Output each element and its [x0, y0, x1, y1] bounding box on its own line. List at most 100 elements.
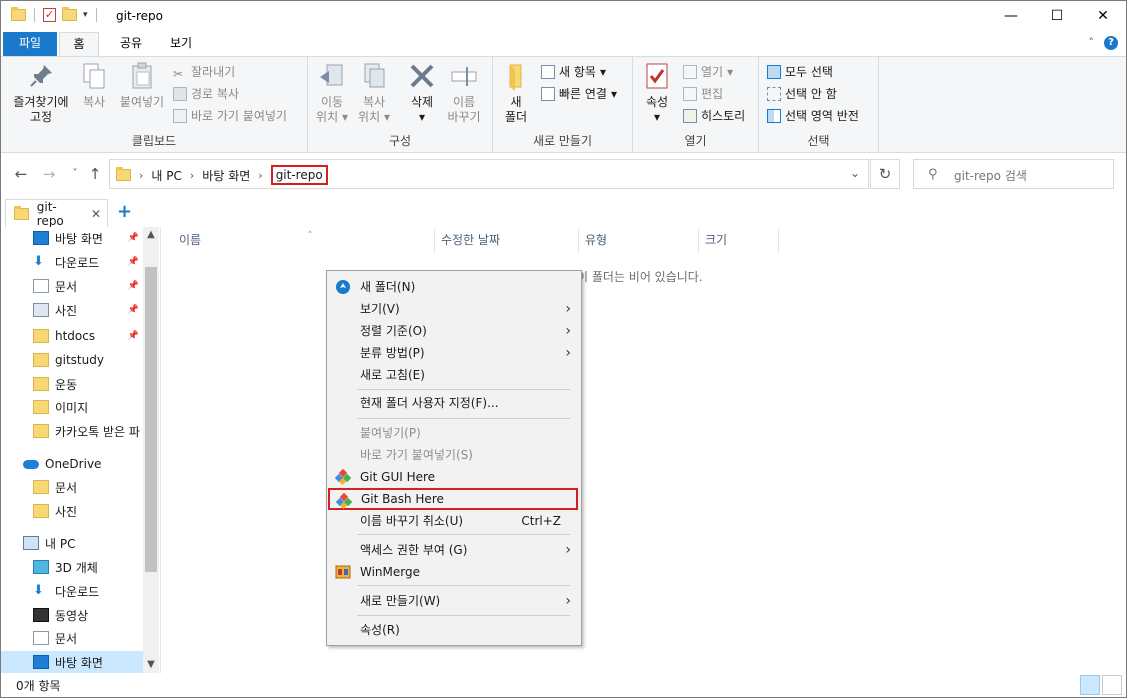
large-icons-view-icon[interactable] [1102, 675, 1122, 695]
breadcrumb-item[interactable]: 바탕 화면 [202, 167, 250, 184]
nav-item[interactable]: 사진 📌 [1, 299, 143, 321]
nav-item[interactable]: 문서 📌 [1, 275, 143, 297]
nav-item[interactable]: ⬇ 다운로드 📌 [1, 251, 143, 273]
nav-item[interactable]: 운동 [1, 373, 143, 395]
nav-item-label: 3D 개체 [55, 560, 98, 575]
column-header-type[interactable]: 유형 [579, 229, 699, 253]
nav-item[interactable]: 3D 개체 [1, 556, 143, 578]
context-menu-item[interactable]: 보기(V) › [329, 298, 579, 320]
video-icon [33, 608, 49, 622]
context-menu-item[interactable]: 이름 바꾸기 취소(U) Ctrl+Z [329, 510, 579, 532]
rename-button[interactable]: 이름 바꾸기 [444, 61, 484, 125]
nav-item[interactable]: 내 PC [1, 532, 143, 554]
paste-button[interactable]: 붙여넣기 [115, 61, 169, 110]
edit-button[interactable]: 편집 [683, 85, 723, 103]
nav-item[interactable]: 사진 [1, 500, 143, 522]
new-item-button[interactable]: 새 항목 ▾ [541, 63, 606, 81]
breadcrumb-current[interactable]: git-repo [270, 165, 328, 185]
tab-home[interactable]: 홈 [59, 32, 99, 56]
context-menu-item[interactable]: Git GUI Here [329, 466, 579, 488]
nav-item-label: 운동 [55, 377, 78, 392]
back-arrow-icon[interactable]: ← [11, 165, 31, 183]
context-menu-item[interactable]: 액세스 권한 부여 (G) › [329, 539, 579, 561]
nav-item[interactable]: 바탕 화면 📌 [1, 227, 143, 249]
collapse-ribbon-icon[interactable]: ˄ [1089, 36, 1095, 50]
context-menu-item[interactable]: 분류 방법(P) › [329, 342, 579, 364]
column-header-name[interactable]: 이름 ˄ [173, 229, 435, 253]
invert-selection-button[interactable]: 선택 영역 반전 [767, 107, 859, 125]
nav-item[interactable]: 바탕 화면 [1, 651, 143, 673]
pin-to-quick-access-button[interactable]: 즐겨찾기에 고정 [7, 61, 75, 125]
copy-button[interactable]: 복사 [77, 61, 111, 110]
context-menu-item[interactable]: 새 폴더(N) [329, 276, 579, 298]
nav-item[interactable]: OneDrive [1, 453, 143, 475]
minimize-button[interactable]: — [988, 1, 1034, 32]
properties-check-icon[interactable]: ✓ [43, 8, 56, 22]
forward-arrow-icon[interactable]: → [39, 165, 59, 183]
address-history-chevron-icon[interactable]: ⌄ [850, 166, 860, 180]
nav-scrollbar[interactable]: ▲ ▼ [143, 227, 159, 673]
nav-item[interactable]: 문서 [1, 627, 143, 649]
new-folder-qat-icon[interactable] [62, 7, 77, 21]
copy-path-button[interactable]: 경로 복사 [173, 85, 239, 103]
nav-item[interactable]: htdocs 📌 [1, 325, 143, 347]
delete-button[interactable]: 삭제 ▾ [404, 61, 440, 125]
history-icon [683, 109, 697, 123]
history-button[interactable]: 히스토리 [683, 107, 745, 125]
new-folder-button[interactable]: 새 폴더 [497, 61, 535, 125]
up-arrow-icon[interactable]: ↑ [85, 165, 105, 183]
customize-qat-chevron-icon[interactable]: ▾ [83, 10, 88, 20]
easy-access-button[interactable]: 빠른 연결 ▾ [541, 85, 617, 103]
open-button[interactable]: 열기 ▾ [683, 63, 733, 81]
tab-file[interactable]: 파일 [3, 32, 57, 56]
chevron-right-icon[interactable]: › [258, 169, 262, 182]
paste-shortcut-button[interactable]: 바로 가기 붙여넣기 [173, 107, 287, 125]
scroll-down-icon[interactable]: ▼ [143, 657, 159, 673]
context-menu-item[interactable]: 새로 만들기(W) › [329, 590, 579, 612]
tab-share[interactable]: 공유 [111, 32, 151, 56]
properties-button[interactable]: 속성 ▾ [637, 61, 677, 125]
close-tab-icon[interactable]: ✕ [91, 207, 101, 221]
select-all-button[interactable]: 모두 선택 [767, 63, 833, 81]
column-header-size[interactable]: 크기 [699, 229, 779, 253]
breadcrumb-item[interactable]: 내 PC [151, 167, 181, 184]
context-menu-item[interactable]: WinMerge [329, 561, 579, 583]
nav-item[interactable]: 카카오톡 받은 파 [1, 420, 143, 442]
chevron-right-icon[interactable]: › [190, 169, 194, 182]
context-menu-item[interactable]: 정렬 기준(O) › [329, 320, 579, 342]
search-box[interactable]: ⚲ git-repo 검색 [913, 159, 1114, 189]
nav-item[interactable]: 문서 [1, 476, 143, 498]
close-button[interactable]: ✕ [1080, 1, 1126, 32]
scroll-up-icon[interactable]: ▲ [143, 227, 159, 243]
properties-dropdown-chevron-icon[interactable]: ▾ [637, 110, 677, 125]
select-none-button[interactable]: 선택 안 함 [767, 85, 837, 103]
context-menu-item[interactable]: 속성(R) [329, 619, 579, 641]
maximize-button[interactable]: ☐ [1034, 1, 1080, 32]
nav-item[interactable]: 이미지 [1, 396, 143, 418]
address-bar[interactable]: › 내 PC › 바탕 화면 › git-repo ⌄ [109, 159, 869, 189]
recent-locations-chevron-icon[interactable]: ˅ [65, 168, 85, 179]
nav-item[interactable]: 동영상 [1, 604, 143, 626]
copy-to-button[interactable]: 복사 위치 ▾ [354, 61, 394, 125]
context-menu-item[interactable]: 현재 폴더 사용자 지정(F)... [329, 392, 579, 414]
move-to-button[interactable]: 이동 위치 ▾ [312, 61, 352, 125]
nav-item[interactable]: gitstudy [1, 349, 143, 371]
help-icon[interactable]: ? [1104, 36, 1118, 50]
cut-button[interactable]: ✂ 잘라내기 [173, 63, 235, 81]
delete-dropdown-chevron-icon[interactable]: ▾ [404, 110, 440, 125]
folder-tab[interactable]: git-repo ✕ [5, 199, 108, 228]
nav-item[interactable]: ⬇ 다운로드 [1, 580, 143, 602]
scissors-icon: ✂ [173, 67, 184, 81]
scroll-thumb[interactable] [145, 267, 157, 572]
quick-access-toolbar: ✓ ▾ [11, 7, 99, 22]
context-menu-item[interactable]: Git Bash Here [328, 488, 578, 510]
add-tab-button[interactable]: + [117, 201, 132, 222]
tab-view[interactable]: 보기 [161, 32, 201, 56]
details-view-icon[interactable] [1080, 675, 1100, 695]
file-list[interactable]: 이름 ˄ 수정한 날짜 유형 크기 이 폴더는 비어 있습니다. [163, 227, 1126, 673]
chevron-right-icon[interactable]: › [139, 169, 143, 182]
column-header-date[interactable]: 수정한 날짜 [435, 229, 579, 253]
nav-item-label: 동영상 [55, 608, 89, 623]
refresh-button[interactable]: ↻ [870, 159, 900, 189]
context-menu-item[interactable]: 새로 고침(E) [329, 364, 579, 386]
